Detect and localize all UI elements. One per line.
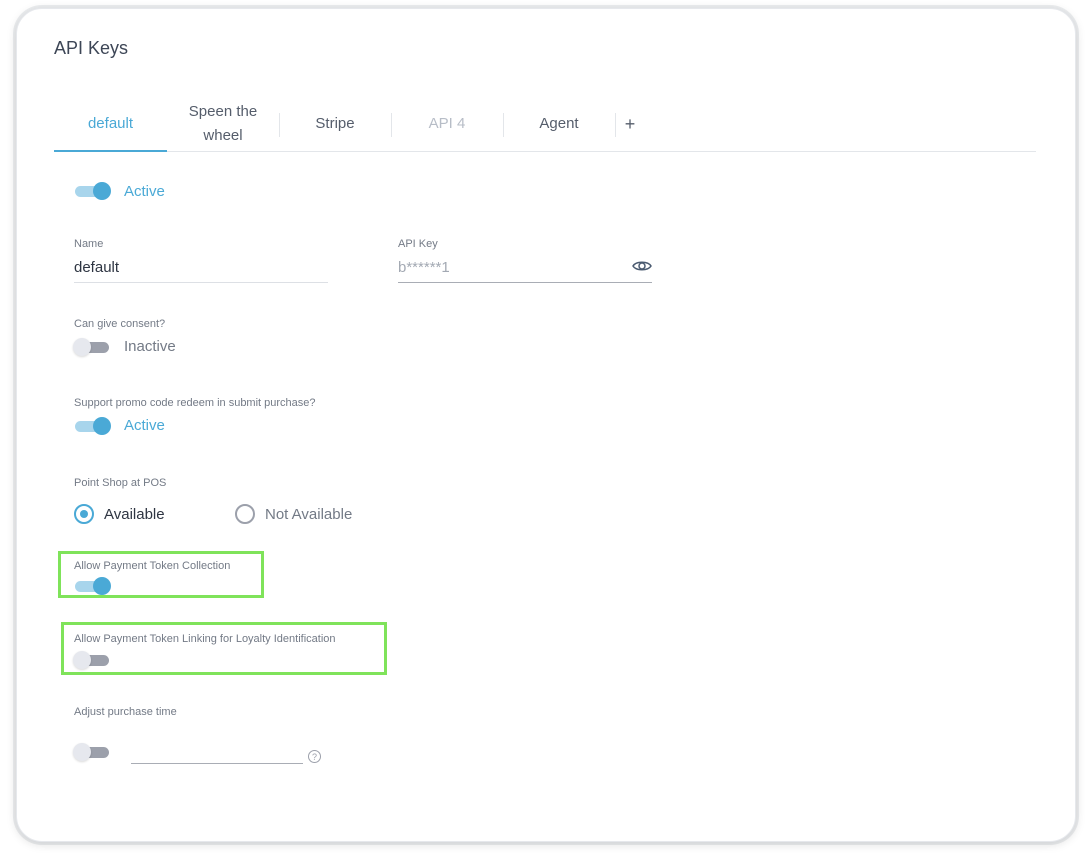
payment-token-linking-toggle[interactable]: [73, 649, 111, 671]
tab-agent[interactable]: Agent: [503, 97, 615, 151]
eye-icon[interactable]: [632, 259, 652, 273]
adjust-purchase-time-input[interactable]: [131, 745, 301, 763]
consent-toggle[interactable]: [73, 336, 111, 358]
plus-icon: +: [624, 113, 636, 134]
promo-label: Support promo code redeem in submit purc…: [74, 397, 316, 409]
consent-label: Can give consent?: [74, 318, 166, 330]
point-shop-label: Point Shop at POS: [74, 477, 167, 489]
active-state-label: Active: [124, 183, 165, 200]
toggle-knob: [73, 338, 91, 356]
api-key-label: API Key: [398, 238, 438, 250]
tab-stripe[interactable]: Stripe: [279, 97, 391, 151]
tab-bar: default Speen the wheel Stripe API 4 Agen…: [54, 97, 1036, 152]
tab-label: default: [87, 115, 134, 132]
adjust-purchase-time-underline: [131, 763, 303, 764]
tab-label: Speen the wheel: [188, 103, 258, 144]
promo-state-label: Active: [124, 417, 165, 434]
help-glyph: ?: [311, 751, 317, 762]
page-title: API Keys: [54, 38, 129, 58]
adjust-purchase-time-label: Adjust purchase time: [74, 706, 177, 718]
promo-toggle[interactable]: [73, 415, 111, 437]
toggle-knob: [93, 417, 111, 435]
api-key-underline: [398, 282, 652, 283]
consent-state-label: Inactive: [124, 338, 176, 355]
add-tab-button[interactable]: +: [618, 97, 642, 151]
help-icon[interactable]: ?: [308, 750, 321, 763]
toggle-knob: [93, 577, 111, 595]
payment-token-linking-label: Allow Payment Token Linking for Loyalty …: [74, 633, 336, 645]
tab-speen-the-wheel[interactable]: Speen the wheel: [167, 97, 279, 151]
payment-token-collection-toggle[interactable]: [73, 575, 111, 597]
tab-divider: [615, 113, 616, 137]
adjust-purchase-time-toggle[interactable]: [73, 741, 111, 763]
toggle-knob: [93, 182, 111, 200]
payment-token-collection-label: Allow Payment Token Collection: [74, 560, 231, 572]
toggle-knob: [73, 743, 91, 761]
name-field[interactable]: default: [74, 259, 119, 276]
tab-label: Stripe: [315, 115, 355, 132]
api-keys-card: API Keys default Speen the wheel Stripe A…: [16, 8, 1076, 842]
toggle-knob: [73, 651, 91, 669]
tab-label: Agent: [539, 115, 579, 132]
radio-not-available[interactable]: [235, 504, 255, 524]
api-key-field[interactable]: b******1: [398, 259, 450, 276]
radio-available[interactable]: [74, 504, 94, 524]
active-toggle[interactable]: [73, 180, 111, 202]
name-underline: [74, 282, 328, 283]
tab-api-4[interactable]: API 4: [391, 97, 503, 151]
radio-available-label: Available: [104, 506, 165, 523]
tab-label: API 4: [428, 115, 466, 132]
radio-not-available-label: Not Available: [265, 506, 353, 523]
tab-default[interactable]: default: [54, 97, 167, 152]
name-label: Name: [74, 238, 104, 250]
